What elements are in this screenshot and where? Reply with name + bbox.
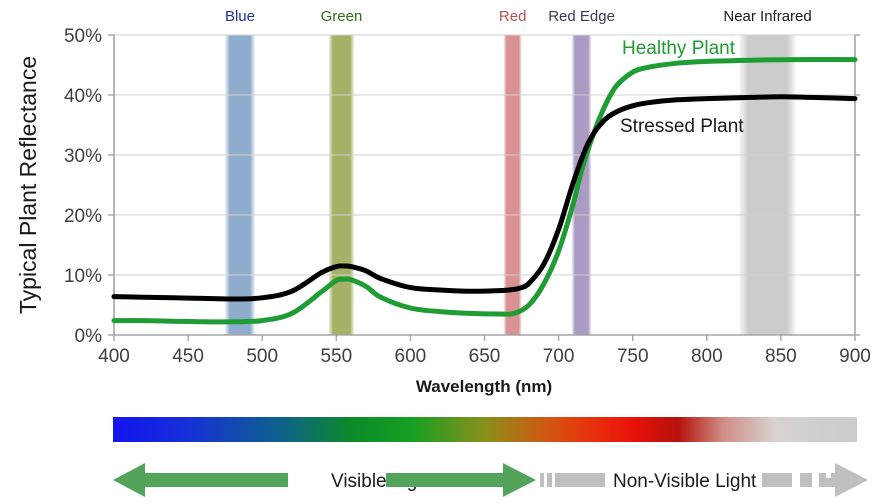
x-tick-label-700: 700 [543,346,575,367]
non-visible-light-arrow-right [762,463,868,497]
x-tick-label-600: 600 [395,346,427,367]
visible-light-arrow-left [113,463,288,497]
y-tick-label-20%: 20% [64,206,102,227]
series-label-healthy-plant: Healthy Plant [622,38,736,59]
y-tick-labels-group: 0% 10% 20% 30% 40% 50% [64,26,102,347]
x-tick-label-450: 450 [172,346,204,367]
y-tick-label-10%: 10% [64,266,102,287]
x-tick-label-500: 500 [246,346,278,367]
non-visible-light-label: Non-Visible Light [613,471,757,492]
visible-light-arrow-left-shape [113,463,288,497]
non-visible-stub-tick-2 [547,473,552,487]
spectral-band-near-infrared [739,35,796,335]
non-visible-arrow-gap-1 [792,471,800,489]
band-labels-group: Blue Green Red Red Edge Near Infrared [225,8,812,25]
non-visible-arrow-left-shaft [555,473,605,487]
x-tick-label-900: 900 [839,346,871,367]
band-label-green: Green [321,8,363,25]
non-visible-arrow-gap-3 [826,468,831,478]
x-tick-label-750: 750 [617,346,649,367]
band-label-red-edge: Red Edge [548,8,615,25]
reflectance-spectral-chart: Blue Green Red Red Edge Near Infrared 400 450… [15,8,871,497]
y-tick-label-30%: 30% [64,146,102,167]
x-tick-label-800: 800 [691,346,723,367]
x-tick-label-650: 650 [469,346,501,367]
spectrum-gradient-bar [113,417,857,442]
band-label-red: Red [499,8,527,25]
x-axis-title: Wavelength (nm) [416,377,552,396]
x-tick-label-550: 550 [320,346,352,367]
non-visible-light-arrow-left [540,473,605,487]
y-tick-label-0%: 0% [75,326,103,347]
x-axis-ticks-group [113,335,856,341]
non-visible-stub-tick [540,473,544,487]
x-tick-labels-group: 400 450 500 550 600 650 700 750 800 850 900 [98,346,871,367]
series-label-stressed-plant: Stressed Plant [620,116,744,137]
band-label-near-infrared: Near Infrared [723,8,811,25]
x-tick-label-850: 850 [765,346,797,367]
y-axis-ticks-group [108,34,114,336]
y-tick-label-40%: 40% [64,86,102,107]
x-tick-label-400: 400 [98,346,130,367]
non-visible-arrow-gap-2 [812,471,819,489]
band-label-blue: Blue [225,8,255,25]
y-tick-label-50%: 50% [64,26,102,47]
spectral-band-blue [225,35,255,335]
chart-figure: Blue Green Red Red Edge Near Infrared 400 450… [0,0,884,504]
y-axis-title: Typical Plant Reflectance [15,56,41,314]
spectral-band-green [328,35,355,335]
